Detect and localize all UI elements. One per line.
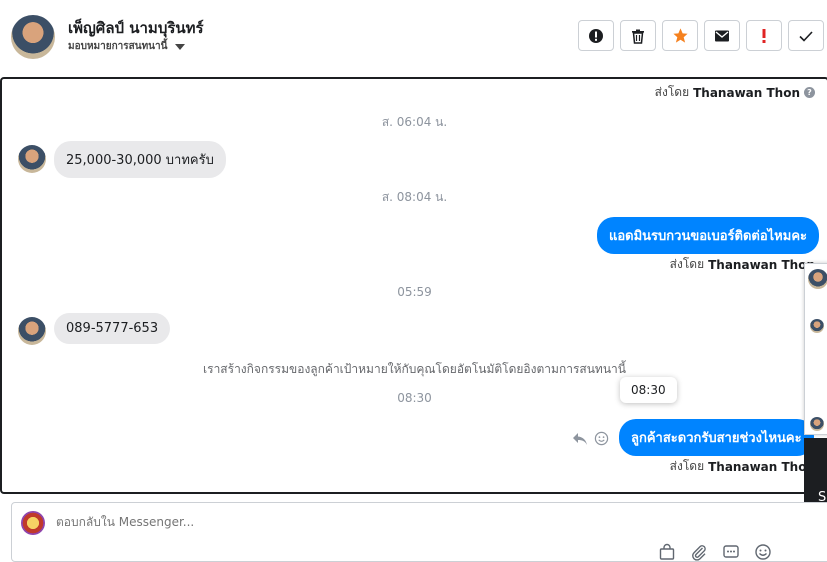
reply-input[interactable] — [56, 515, 656, 529]
help-icon[interactable]: ? — [804, 87, 815, 98]
contact-avatar-small — [18, 317, 46, 345]
saved-replies-icon[interactable] — [722, 543, 740, 561]
side-popup-panel[interactable] — [804, 263, 827, 435]
mark-done-button[interactable] — [788, 20, 824, 51]
mark-spam-button[interactable] — [578, 20, 614, 51]
reply-composer — [11, 502, 827, 562]
panel-avatar — [810, 319, 824, 333]
conversation-thread[interactable]: ส่งโดย Thanawan Thon ? ส. 06:04 น. 25,00… — [0, 77, 827, 494]
star-icon — [672, 28, 688, 43]
sent-by-label: ส่งโดย Thanawan Thon ? — [655, 83, 815, 102]
attachment-icon[interactable] — [690, 543, 708, 561]
timestamp: 05:59 — [397, 285, 432, 299]
sender-name: Thanawan Thon — [693, 85, 800, 100]
message-actions — [572, 431, 609, 446]
sent-by-prefix: ส่งโดย — [669, 459, 705, 473]
assign-label: มอบหมายการสนทนานี้ — [68, 41, 168, 52]
panel-avatar — [808, 269, 827, 289]
star-button[interactable] — [662, 20, 698, 51]
emoji-icon[interactable] — [754, 543, 772, 561]
toolbar — [578, 20, 824, 51]
timestamp: ส. 08:04 น. — [381, 190, 448, 204]
reply-icon[interactable] — [572, 432, 588, 446]
sent-by-prefix: ส่งโดย — [654, 85, 690, 99]
sent-by-label: ส่งโดย Thanawan Thon — [670, 255, 815, 274]
trash-icon — [632, 29, 644, 44]
composer-tools — [658, 543, 772, 561]
system-note: เราสร้างกิจกรรมของลูกค้าเป้าหมายให้กับคุ… — [203, 362, 626, 376]
sent-by-label: ส่งโดย Thanawan Thon — [670, 457, 815, 476]
assign-conversation-dropdown[interactable]: มอบหมายการสนทนานี้ — [68, 39, 186, 54]
contact-avatar[interactable] — [11, 15, 55, 59]
message-bubble-incoming[interactable]: 089-5777-653 — [54, 313, 171, 344]
exclamation-icon — [762, 28, 766, 43]
page-avatar — [21, 511, 45, 535]
sent-by-prefix: ส่งโดย — [669, 257, 705, 271]
contact-name[interactable]: เพ็ญศิลป์ นามบุรินทร์ — [68, 16, 204, 40]
caret-down-icon — [175, 43, 186, 50]
contact-avatar-small — [18, 145, 46, 173]
emoji-reaction-icon[interactable] — [594, 431, 609, 446]
time-tooltip: 08:30 — [620, 377, 677, 403]
conversation-header: เพ็ญศิลป์ นามบุรินทร์ มอบหมายการสนทนานี้ — [0, 0, 827, 76]
shopping-bag-icon[interactable] — [658, 543, 676, 561]
panel-avatar — [810, 417, 824, 431]
timestamp: ส. 06:04 น. — [381, 115, 448, 129]
exclamation-circle-icon — [589, 28, 603, 43]
mark-important-button[interactable] — [746, 20, 782, 51]
envelope-icon — [715, 30, 729, 41]
sender-name: Thanawan Thon — [708, 257, 815, 272]
check-icon — [799, 30, 813, 42]
delete-button[interactable] — [620, 20, 656, 51]
message-bubble-incoming[interactable]: 25,000-30,000 บาทครับ — [54, 141, 226, 178]
message-bubble-outgoing[interactable]: ลูกค้าสะดวกรับสายช่วงไหนคะ — [619, 419, 814, 456]
timestamp: 08:30 — [397, 391, 432, 405]
mark-unread-button[interactable] — [704, 20, 740, 51]
sender-name: Thanawan Thon — [708, 459, 815, 474]
message-bubble-outgoing[interactable]: แอดมินรบกวนขอเบอร์ติดต่อไหมคะ — [596, 217, 819, 254]
